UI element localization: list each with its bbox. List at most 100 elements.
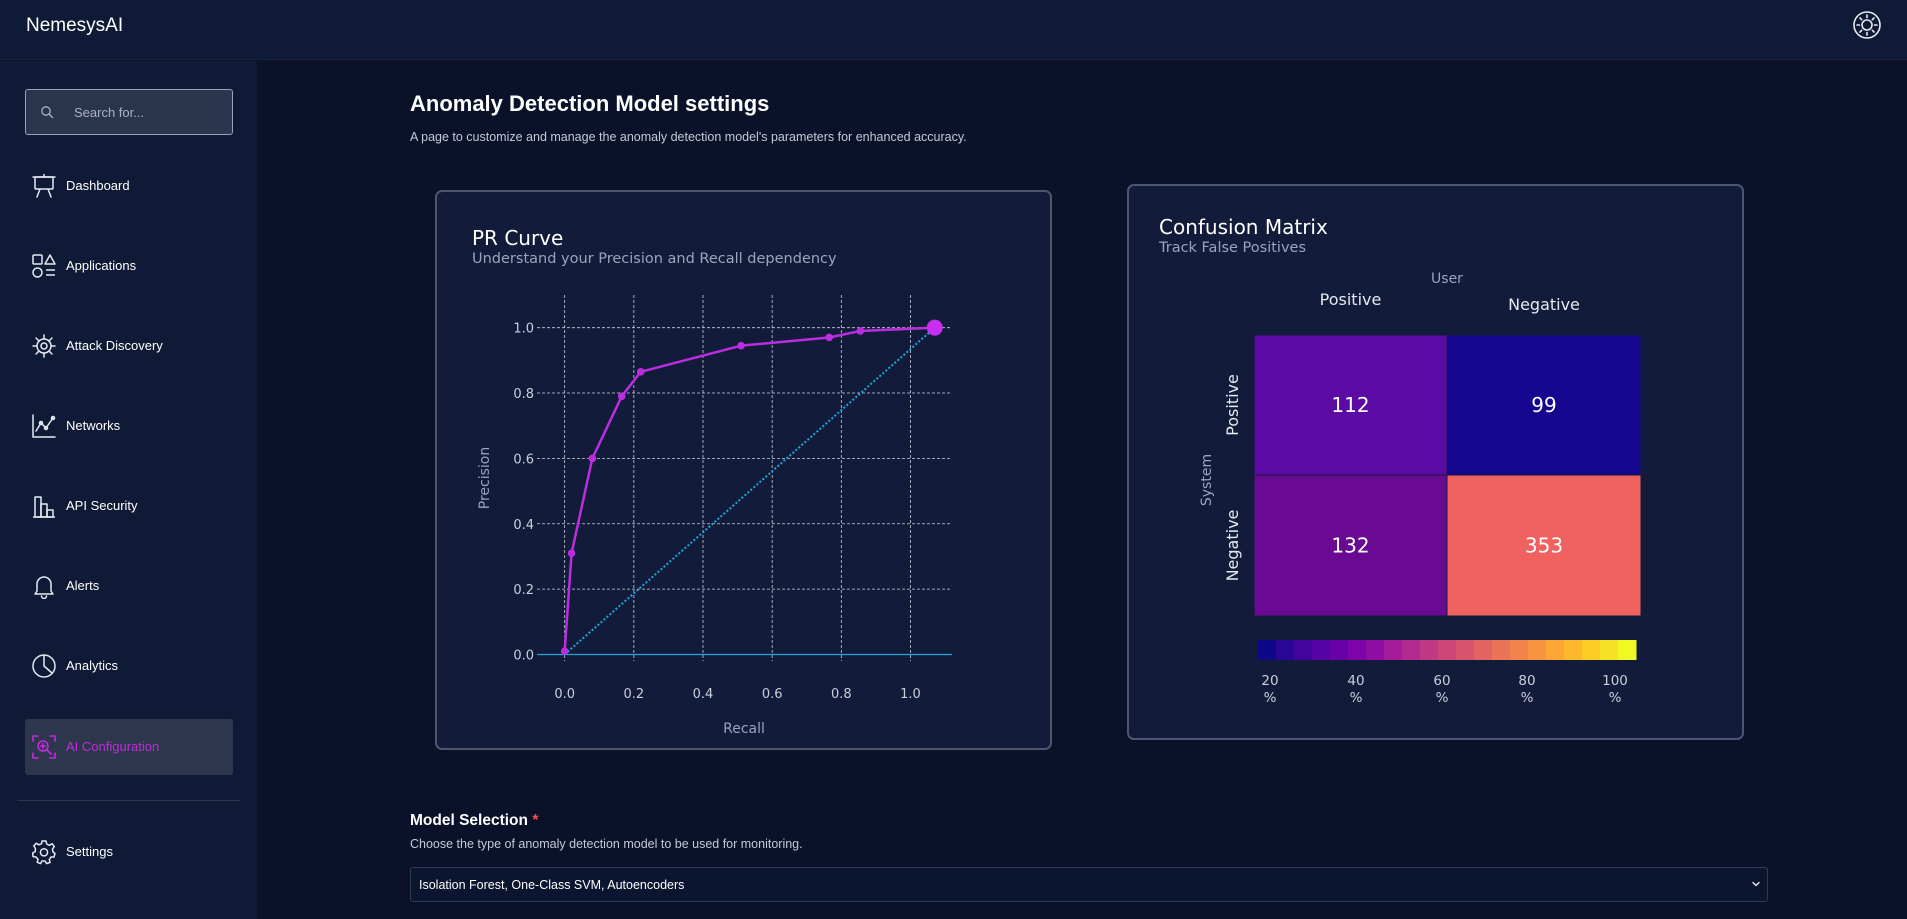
colorbar-tick-label: 60 bbox=[1433, 673, 1450, 689]
sidebar-item-label: Applications bbox=[66, 258, 137, 273]
colorbar-tick-label: 80 bbox=[1518, 673, 1535, 689]
chart-line-icon bbox=[32, 414, 56, 438]
x-tick-label: 1.0 bbox=[900, 687, 921, 702]
page-title: Anomaly Detection Model settings bbox=[410, 91, 770, 116]
colorbar-tick-unit: % bbox=[1350, 690, 1363, 706]
sidebar-item-applications[interactable]: Applications bbox=[25, 238, 233, 294]
sidebar-item-dashboard[interactable]: Dashboard bbox=[25, 158, 233, 214]
gear-icon bbox=[31, 840, 56, 865]
y-tick-label: 1.0 bbox=[513, 322, 534, 337]
column-label: Negative bbox=[1508, 295, 1580, 314]
x-axis-label: User bbox=[1431, 271, 1463, 287]
colorbar-tick-label: 40 bbox=[1347, 673, 1364, 689]
pr-curve-point bbox=[737, 341, 745, 350]
colorbar-tick-unit: % bbox=[1264, 690, 1277, 706]
model-select-value: Isolation Forest, One-Class SVM, Autoenc… bbox=[419, 878, 685, 892]
colorbar-tick-unit: % bbox=[1521, 690, 1534, 706]
matrix-cell-value: 99 bbox=[1531, 393, 1556, 417]
matrix-cell-value: 132 bbox=[1331, 534, 1369, 558]
sidebar-item-analytics[interactable]: Analytics bbox=[25, 638, 233, 694]
y-tick-label: 0.2 bbox=[513, 583, 534, 598]
colorbar-segment bbox=[1384, 640, 1403, 660]
x-tick-label: 0.8 bbox=[831, 687, 852, 702]
confusion-matrix-chart: User Positive Negative System Positive Negati… bbox=[1199, 271, 1642, 706]
search-box[interactable] bbox=[25, 89, 233, 135]
y-tick-label: 0.6 bbox=[513, 452, 534, 467]
colorbar-segment bbox=[1312, 640, 1331, 660]
sidebar-item-label: API Security bbox=[66, 498, 138, 513]
colorbar-segment bbox=[1510, 640, 1529, 660]
pr-curve-point bbox=[560, 647, 569, 655]
required-marker: * bbox=[532, 812, 539, 829]
colorbar-segment bbox=[1564, 640, 1583, 660]
colorbar-segment bbox=[1438, 640, 1457, 660]
pr-curve-point bbox=[636, 367, 645, 376]
sidebar-item-alerts[interactable]: Alerts bbox=[25, 558, 233, 614]
sidebar-item-label: Settings bbox=[66, 844, 113, 859]
sidebar: Dashboard Applications Attack Discovery bbox=[0, 61, 257, 919]
focus-search-icon bbox=[32, 735, 56, 759]
pie-chart-icon bbox=[32, 654, 56, 678]
app-title: NemesysAI bbox=[26, 15, 124, 36]
colorbar-segment bbox=[1330, 640, 1349, 660]
top-bar: NemesysAI bbox=[0, 0, 1907, 60]
colorbar-segment bbox=[1600, 640, 1619, 660]
model-selection-title-text: Model Selection bbox=[410, 812, 528, 829]
sidebar-item-label: Analytics bbox=[66, 658, 119, 673]
pr-curve-line bbox=[563, 326, 935, 652]
colorbar-tick-unit: % bbox=[1436, 690, 1449, 706]
model-select[interactable]: Isolation Forest, One-Class SVM, Autoenc… bbox=[410, 867, 1768, 902]
colorbar-segment bbox=[1528, 640, 1547, 660]
x-axis-label: Recall bbox=[723, 721, 765, 737]
pr-curve-chart: 0.0 0.2 0.4 0.6 0.8 1.0 0.0 0.2 0.4 0.6 0.8 1.0 Reca… bbox=[477, 295, 952, 737]
sidebar-item-api-security[interactable]: API Security bbox=[25, 478, 233, 534]
sidebar-item-settings[interactable]: Settings bbox=[25, 824, 233, 880]
pr-curve-point bbox=[588, 454, 597, 463]
matrix-cell-value: 353 bbox=[1525, 534, 1563, 558]
colorbar-tick-label: 100 bbox=[1602, 673, 1628, 689]
pr-curve-point bbox=[825, 333, 834, 342]
confusion-matrix-card: Confusion Matrix Track False Positives U… bbox=[1127, 184, 1744, 740]
colorbar-segment bbox=[1582, 640, 1601, 660]
bell-icon bbox=[34, 576, 54, 599]
sun-icon bbox=[1853, 11, 1881, 39]
pr-curve-point bbox=[926, 319, 943, 336]
y-tick-label: 0.8 bbox=[513, 387, 534, 402]
sidebar-item-attack-discovery[interactable]: Attack Discovery bbox=[25, 318, 233, 374]
sidebar-item-label: Alerts bbox=[66, 578, 100, 593]
y-axis-label: Precision bbox=[477, 447, 493, 509]
page-subtitle: A page to customize and manage the anoma… bbox=[410, 130, 967, 144]
x-tick-label: 0.0 bbox=[554, 687, 575, 702]
random-baseline-line bbox=[564, 326, 936, 656]
matrix-cell-value: 112 bbox=[1331, 393, 1369, 417]
colorbar-segment bbox=[1456, 640, 1475, 660]
y-tick-label: 0.4 bbox=[513, 518, 534, 533]
theme-toggle-button[interactable] bbox=[1852, 10, 1882, 40]
y-tick-label: 0.0 bbox=[513, 648, 534, 663]
row-label: Negative bbox=[1223, 510, 1242, 582]
x-tick-label: 0.2 bbox=[623, 687, 644, 702]
colorbar-segment bbox=[1348, 640, 1367, 660]
colorbar-segment bbox=[1276, 640, 1295, 660]
sidebar-item-label: Dashboard bbox=[66, 178, 130, 193]
sidebar-divider bbox=[17, 800, 240, 801]
search-icon bbox=[41, 106, 54, 119]
colorbar-tick-label: 20 bbox=[1261, 673, 1278, 689]
colorbar-segment bbox=[1258, 640, 1277, 660]
y-axis-label: System bbox=[1199, 454, 1215, 506]
sidebar-item-label: Networks bbox=[66, 418, 121, 433]
bar-chart-icon bbox=[33, 496, 55, 518]
row-label: Positive bbox=[1223, 374, 1242, 436]
search-input[interactable] bbox=[74, 102, 224, 122]
colorbar-segment bbox=[1366, 640, 1385, 660]
sidebar-item-ai-configuration[interactable]: AI Configuration bbox=[25, 719, 233, 775]
x-tick-label: 0.4 bbox=[693, 687, 714, 702]
colorbar-segment bbox=[1546, 640, 1565, 660]
pr-curve-point bbox=[567, 549, 576, 557]
sidebar-item-networks[interactable]: Networks bbox=[25, 398, 233, 454]
pr-curve-point bbox=[617, 392, 626, 401]
x-tick-label: 0.6 bbox=[762, 687, 783, 702]
model-selection-title: Model Selection * bbox=[410, 812, 538, 830]
bug-gear-icon bbox=[32, 334, 56, 358]
colorbar-segment bbox=[1492, 640, 1511, 660]
